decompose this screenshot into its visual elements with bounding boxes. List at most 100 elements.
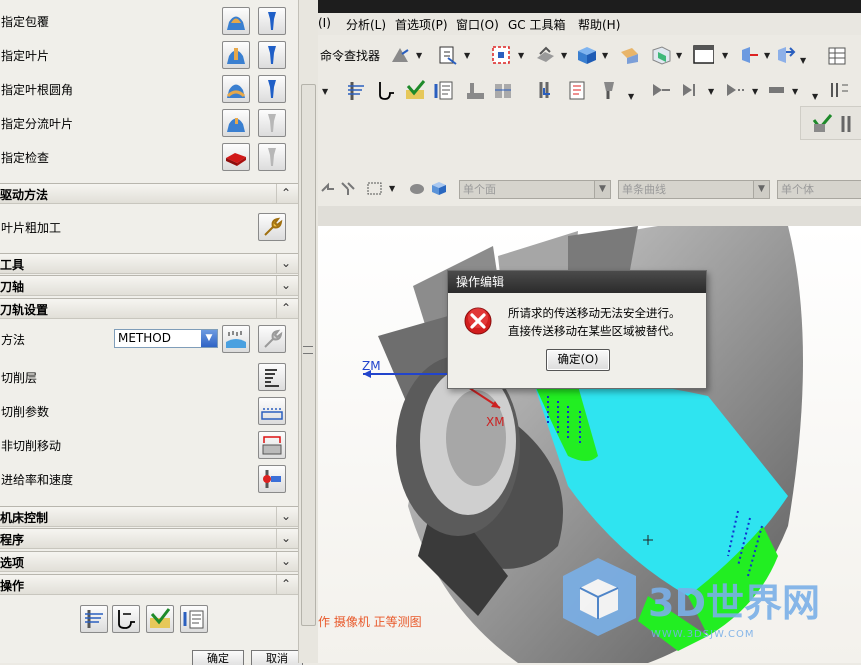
menu-item-gc-toolkit[interactable]: GC 工具箱 xyxy=(508,16,566,33)
chevron-down-icon[interactable]: ▼ xyxy=(752,87,758,96)
create-method-button[interactable] xyxy=(222,325,250,353)
chevron-down-icon[interactable]: ▼ xyxy=(676,51,682,60)
chevron-down-icon[interactable]: ▼ xyxy=(764,51,770,60)
replay-toolpath-icon[interactable] xyxy=(374,79,396,101)
verify-button[interactable] xyxy=(146,605,174,633)
chevron-down-icon[interactable]: ▼ xyxy=(389,184,395,193)
chevron-down-icon[interactable]: ▼ xyxy=(416,51,422,60)
dialog-ok-button[interactable]: 确定(O) xyxy=(546,349,610,371)
display-blade-button[interactable] xyxy=(258,41,286,69)
display-splitter-button[interactable] xyxy=(258,109,286,137)
information-icon[interactable] xyxy=(436,44,458,66)
rectangle-select-icon[interactable] xyxy=(366,180,384,197)
curve-rule-select[interactable]: 单条曲线 ▼ xyxy=(618,180,770,199)
replay-button[interactable] xyxy=(112,605,140,633)
chevron-down-icon[interactable]: ⌄ xyxy=(276,529,295,548)
drive-method-section-header[interactable]: 驱动方法 ⌃ xyxy=(0,183,298,204)
chevron-down-icon[interactable]: ▼ xyxy=(594,181,610,198)
method-select[interactable]: METHOD ▼ xyxy=(114,329,218,348)
chevron-down-icon[interactable]: ▼ xyxy=(708,87,714,96)
menu-item-preferences[interactable]: 首选项(P) xyxy=(395,16,448,33)
scrollbar-thumb[interactable] xyxy=(301,84,316,626)
program-section-header[interactable]: 程序 ⌄ xyxy=(0,528,298,549)
chevron-down-icon[interactable]: ▼ xyxy=(561,51,567,60)
chevron-down-icon[interactable]: ▼ xyxy=(322,87,328,96)
axis-section-header[interactable]: 刀轴 ⌄ xyxy=(0,275,298,296)
check-icon[interactable] xyxy=(811,112,833,134)
chevron-down-icon[interactable]: ▼ xyxy=(518,51,524,60)
fit-view-icon[interactable] xyxy=(490,44,512,66)
cube-view-icon[interactable] xyxy=(576,44,598,66)
cl-file-icon[interactable] xyxy=(566,79,588,101)
transform-icon[interactable] xyxy=(680,79,702,101)
layer-icon[interactable] xyxy=(618,44,640,66)
chevron-up-icon[interactable]: ⌃ xyxy=(276,575,295,594)
chevron-down-icon[interactable]: ▼ xyxy=(800,56,806,65)
chevron-down-icon[interactable]: ▼ xyxy=(753,181,769,198)
non-cutting-moves-button[interactable] xyxy=(258,431,286,459)
toolbar-options-icon[interactable] xyxy=(828,79,850,101)
feeds-speeds-button[interactable] xyxy=(258,465,286,493)
chevron-down-icon[interactable]: ▼ xyxy=(812,92,818,101)
actions-section-header[interactable]: 操作 ⌃ xyxy=(0,574,298,595)
menu-item-analysis[interactable]: 分析(L) xyxy=(346,16,386,33)
snap-arrow-icon[interactable] xyxy=(320,179,336,197)
cube-filter-icon[interactable] xyxy=(430,180,448,197)
chevron-down-icon[interactable]: ⌄ xyxy=(276,507,295,526)
background-color-icon[interactable] xyxy=(692,43,714,65)
snap-point-icon[interactable] xyxy=(339,179,357,197)
section-view-icon[interactable] xyxy=(650,44,672,66)
cut-levels-button[interactable] xyxy=(258,363,286,391)
chevron-down-icon[interactable]: ▼ xyxy=(201,330,217,347)
generate-toolpath-icon[interactable] xyxy=(344,79,366,101)
command-finder-label[interactable]: 命令查找器 xyxy=(320,47,380,64)
select-shroud-button[interactable] xyxy=(222,7,250,35)
cut-parameters-button[interactable] xyxy=(258,397,286,425)
chevron-down-icon[interactable]: ⌄ xyxy=(276,276,295,295)
select-hub-fillet-button[interactable] xyxy=(222,75,250,103)
verify-toolpath-icon[interactable] xyxy=(404,79,426,101)
object-display-icon[interactable] xyxy=(724,79,746,101)
orient-view-icon[interactable] xyxy=(774,44,796,66)
generate-button[interactable] xyxy=(80,605,108,633)
shop-doc-icon[interactable] xyxy=(536,79,558,101)
tool-holder-icon[interactable] xyxy=(598,79,620,101)
edit-drive-method-button[interactable] xyxy=(258,213,286,241)
machine-tool-icon[interactable] xyxy=(464,79,486,101)
menu-item-help[interactable]: 帮助(H) xyxy=(578,16,620,33)
chevron-down-icon[interactable]: ▼ xyxy=(792,87,798,96)
chevron-up-icon[interactable]: ⌃ xyxy=(276,184,295,203)
chevron-down-icon[interactable]: ⌄ xyxy=(276,552,295,571)
body-rule-select[interactable]: 单个体 xyxy=(777,180,861,199)
select-blade-button[interactable] xyxy=(222,41,250,69)
display-check-button[interactable] xyxy=(258,143,286,171)
chevron-down-icon[interactable]: ▼ xyxy=(722,51,728,60)
chevron-down-icon[interactable]: ▼ xyxy=(602,51,608,60)
post-process-icon[interactable] xyxy=(492,79,514,101)
tool-section-header[interactable]: 工具 ⌄ xyxy=(0,253,298,274)
command-finder-icon[interactable] xyxy=(388,44,410,66)
chevron-down-icon[interactable]: ▼ xyxy=(464,51,470,60)
chevron-down-icon[interactable]: ⌄ xyxy=(276,254,295,273)
list-toolpath-icon[interactable] xyxy=(432,79,454,101)
display-shroud-button[interactable] xyxy=(258,7,286,35)
panel-scrollbar[interactable] xyxy=(298,0,318,663)
select-check-button[interactable] xyxy=(222,143,250,171)
face-rule-select[interactable]: 单个面 ▼ xyxy=(459,180,611,199)
list-button[interactable] xyxy=(180,605,208,633)
move-ipw-icon[interactable] xyxy=(650,79,672,101)
shaded-body-icon[interactable] xyxy=(408,180,426,197)
display-hub-fillet-button[interactable] xyxy=(258,75,286,103)
table-icon[interactable] xyxy=(826,44,848,66)
toolpath-check-icon[interactable] xyxy=(839,112,861,134)
options-section-header[interactable]: 选项 ⌄ xyxy=(0,551,298,572)
menu-item-partial[interactable]: (I) xyxy=(318,16,331,30)
menu-item-window[interactable]: 窗口(O) xyxy=(456,16,499,33)
select-splitter-button[interactable] xyxy=(222,109,250,137)
chevron-down-icon[interactable]: ▼ xyxy=(628,92,634,101)
path-display-icon[interactable] xyxy=(766,79,788,101)
machine-control-section-header[interactable]: 机床控制 ⌄ xyxy=(0,506,298,527)
chevron-up-icon[interactable]: ⌃ xyxy=(276,299,295,318)
clip-plane-icon[interactable] xyxy=(738,44,760,66)
edit-method-button[interactable] xyxy=(258,325,286,353)
